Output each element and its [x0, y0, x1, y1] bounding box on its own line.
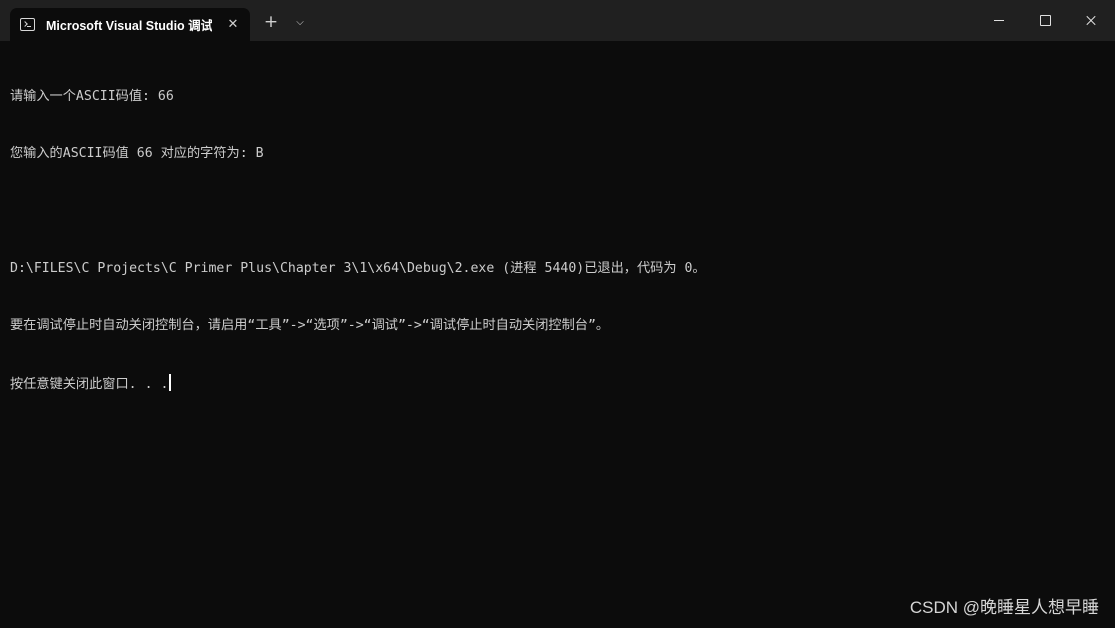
- console-line: D:\FILES\C Projects\C Primer Plus\Chapte…: [10, 261, 706, 277]
- console-line: 请输入一个ASCII码值: 66: [10, 89, 174, 105]
- tab-dropdown-button[interactable]: ⌵: [291, 13, 309, 33]
- text-cursor: [169, 373, 171, 391]
- title-bar[interactable]: Microsoft Visual Studio 调试控制台 ✕ + ⌵: [0, 0, 1115, 41]
- maximize-icon: [1039, 15, 1051, 26]
- console-prompt-text: 按任意键关闭此窗口. . .: [10, 376, 169, 392]
- console-output[interactable]: 请输入一个ASCII码值: 66 您输入的ASCII码值 66 对应的字符为: …: [10, 49, 1105, 589]
- close-button[interactable]: [1068, 0, 1114, 41]
- minimize-icon: [994, 20, 1004, 21]
- terminal-icon: [20, 18, 35, 31]
- console-line: 您输入的ASCII码值 66 对应的字符为: B: [10, 146, 264, 162]
- watermark: CSDN @晚睡星人想早睡: [909, 598, 1099, 617]
- tab-close-button[interactable]: ✕: [224, 17, 242, 32]
- tab-title: Microsoft Visual Studio 调试控制台: [46, 19, 212, 33]
- tab-debug-console[interactable]: Microsoft Visual Studio 调试控制台 ✕: [10, 8, 250, 41]
- console-line: 要在调试停止时自动关闭控制台，请启用“工具”->“选项”->“调试”->“调试停…: [10, 318, 610, 334]
- new-tab-button[interactable]: +: [262, 12, 280, 32]
- close-icon: [1085, 15, 1097, 27]
- maximize-button[interactable]: [1022, 0, 1068, 41]
- console-line-prompt: 按任意键关闭此窗口. . .: [10, 373, 1105, 393]
- minimize-button[interactable]: [976, 0, 1022, 41]
- terminal-window: Microsoft Visual Studio 调试控制台 ✕ + ⌵ 请输入一…: [0, 0, 1115, 628]
